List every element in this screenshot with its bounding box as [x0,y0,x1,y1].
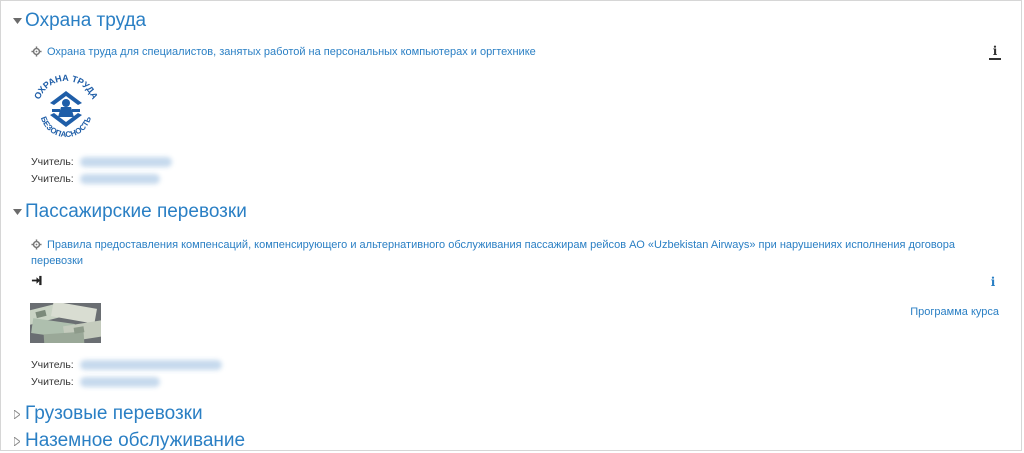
caret-right-icon[interactable] [11,436,23,446]
course-category-listing: Охрана труда Охрана труда для специалист… [0,0,1022,451]
category-title[interactable]: Наземное обслуживание [25,430,245,450]
caret-down-icon[interactable] [11,18,23,24]
teacher-row: Учитель: [31,172,160,186]
teacher-label: Учитель: [31,173,74,185]
course-logo-image: ОХРАНА ТРУДА БЕЗОПАСНОСТЬ [32,73,100,143]
course-link[interactable]: Охрана труда для специалистов, занятых р… [47,44,536,60]
course-link[interactable]: Правила предоставления компенсаций, комп… [47,237,1017,253]
teacher-row: Учитель: [31,155,172,169]
caret-down-icon[interactable] [11,209,23,215]
category-title[interactable]: Охрана труда [25,10,146,32]
category-gruzovye-perevozki[interactable]: Грузовые перевозки [11,402,203,426]
teacher-name-blurred[interactable] [79,377,160,387]
course-image [30,303,101,343]
teacher-row: Учитель: [31,375,160,389]
category-ohrana-truda[interactable]: Охрана труда [11,9,146,33]
course-link-continued[interactable]: перевозки [31,253,83,269]
gear-icon [31,46,42,57]
syllabus-link[interactable]: Программа курса [910,306,999,318]
info-icon[interactable]: i [987,275,999,289]
teacher-name-blurred[interactable] [79,157,172,167]
category-title[interactable]: Пассажирские перевозки [25,201,247,223]
sign-in-icon[interactable] [31,275,42,286]
teacher-label: Учитель: [31,359,74,371]
category-nazemnoe-obsluzhivanie[interactable]: Наземное обслуживание [11,429,245,450]
info-icon[interactable]: i [989,44,1001,60]
category-title[interactable]: Грузовые перевозки [25,403,203,425]
caret-right-icon[interactable] [11,409,23,419]
category-passazhirskie-perevozki[interactable]: Пассажирские перевозки [11,200,247,224]
teacher-label: Учитель: [31,156,74,168]
teacher-label: Учитель: [31,376,74,388]
teacher-row: Учитель: [31,358,222,372]
teacher-name-blurred[interactable] [79,174,160,184]
gear-icon [31,239,42,250]
teacher-name-blurred[interactable] [79,360,222,370]
